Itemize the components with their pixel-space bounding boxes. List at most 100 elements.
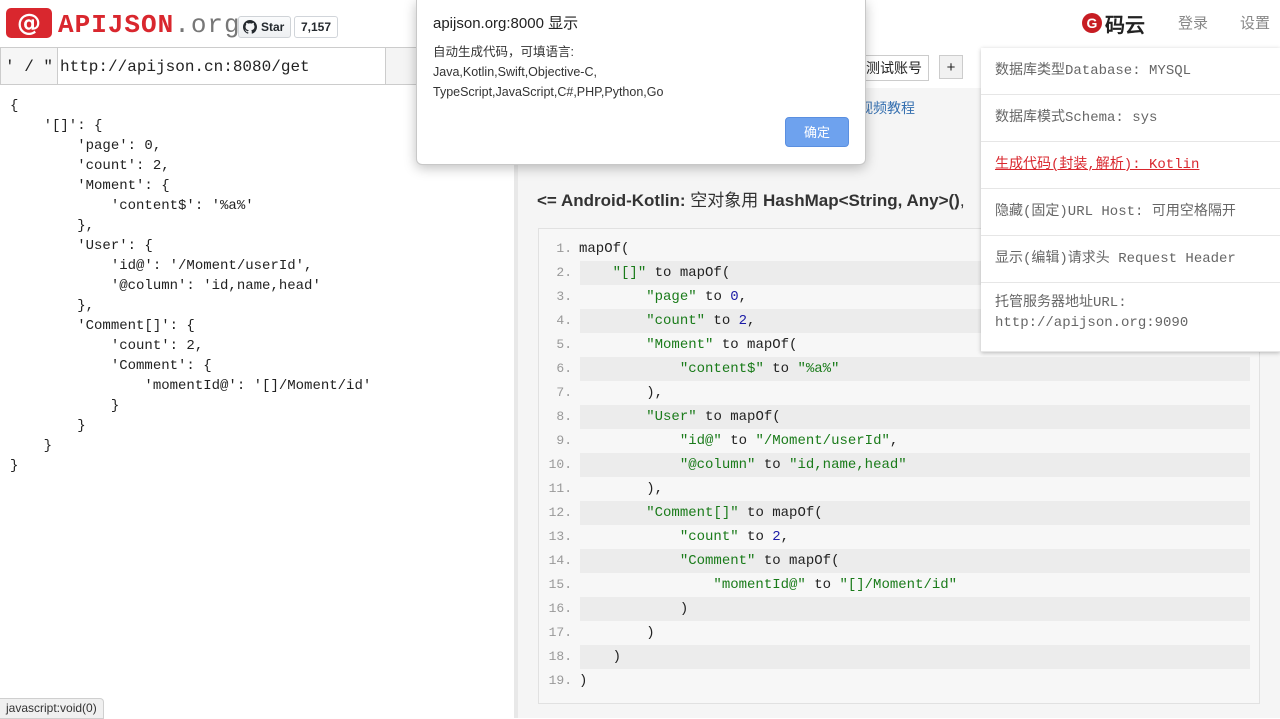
github-icon [243, 20, 257, 34]
gitee-label: 码云 [1105, 14, 1145, 37]
json-line: 'content$': '%a%' [10, 198, 254, 214]
gitee-link[interactable]: G 码云 [1082, 8, 1145, 38]
code-line: 7. ), [540, 381, 1250, 405]
code-text: ), [579, 385, 664, 401]
code-line: 11. ), [540, 477, 1250, 501]
github-star-label: Star [261, 20, 285, 34]
kotlin-heading: <= Android-Kotlin: 空对象用 HashMap<String, … [537, 186, 965, 211]
gitee-logo-icon: G [1082, 13, 1102, 33]
dialog-message-line: TypeScript,JavaScript,C#,PHP,Python,Go [433, 85, 664, 99]
json-line: }, [10, 298, 95, 314]
code-line: 16. ) [540, 597, 1250, 621]
json-line: } [10, 418, 86, 434]
line-number: 2. [556, 265, 572, 280]
json-line: '@column': 'id,name,head' [10, 278, 321, 294]
line-number: 12. [548, 505, 572, 520]
line-number: 9. [556, 433, 572, 448]
line-number: 16. [548, 601, 572, 616]
kotlin-heading-text2: , [959, 191, 965, 210]
code-line: 15. "momentId@" to "[]/Moment/id" [540, 573, 1250, 597]
dialog-message-line: Java,Kotlin,Swift,Objective-C, [433, 65, 597, 79]
status-bar: javascript:void(0) [0, 698, 104, 719]
json-line: 'momentId@': '[]/Moment/id' [10, 378, 372, 394]
json-line: '[]': { [10, 118, 103, 134]
json-line: { [10, 98, 19, 114]
github-star-button[interactable]: Star [238, 16, 292, 38]
settings-menu: 数据库类型Database: MYSQL 数据库模式Schema: sys 生成代码… [981, 48, 1280, 352]
code-line: 17. ) [540, 621, 1250, 645]
json-line: }, [10, 218, 95, 234]
code-line: 9. "id@" to "/Moment/userId", [540, 429, 1250, 453]
json-line: 'count': 2, [10, 338, 204, 354]
logo-icon[interactable]: @ [6, 8, 52, 38]
code-line: 19.) [540, 669, 1250, 693]
line-number: 6. [556, 361, 572, 376]
line-number: 3. [556, 289, 572, 304]
code-text: "User" to mapOf( [646, 409, 781, 425]
settings-link[interactable]: 设置 [1240, 12, 1270, 33]
line-number: 8. [556, 409, 572, 424]
line-number: 13. [548, 529, 572, 544]
settings-menu-item[interactable]: 数据库模式Schema: sys [981, 95, 1280, 142]
settings-menu-item[interactable]: 显示(编辑)请求头 Request Header [981, 236, 1280, 283]
method-button[interactable] [385, 47, 417, 85]
code-line-background [580, 669, 1250, 693]
code-text: ) [579, 673, 588, 689]
login-link[interactable]: 登录 [1178, 12, 1208, 33]
code-text: "@column" to "id,name,head" [679, 457, 907, 473]
code-text: "page" to 0, [646, 289, 748, 305]
line-number: 4. [556, 313, 572, 328]
kotlin-heading-bold2: HashMap<String, Any>() [763, 191, 960, 210]
github-star-count[interactable]: 7,157 [294, 16, 339, 38]
code-text: "count" to 2, [646, 313, 756, 329]
json-line: 'Moment': { [10, 178, 170, 194]
json-line: 'id@': '/Moment/userId', [10, 258, 313, 274]
url-input[interactable]: http://apijson.cn:8080/get [58, 47, 386, 85]
json-line: 'Comment': { [10, 358, 212, 374]
dialog-message: 自动生成代码，可填语言: Java,Kotlin,Swift,Objective… [433, 42, 853, 102]
line-number: 5. [556, 337, 572, 352]
code-text: "Comment[]" to mapOf( [646, 505, 823, 521]
code-text: ) [579, 649, 622, 665]
code-line-background [580, 381, 1250, 405]
json-line: 'Comment[]': { [10, 318, 195, 334]
code-line: 14. "Comment" to mapOf( [540, 549, 1250, 573]
alert-dialog: apijson.org:8000 显示 自动生成代码，可填语言: Java,Ko… [416, 0, 866, 165]
code-text: "count" to 2, [679, 529, 790, 545]
line-number: 17. [548, 625, 572, 640]
video-tutorial-link[interactable]: 视频教程 [859, 98, 915, 118]
site-logo[interactable]: APIJSON.org [58, 8, 241, 42]
kotlin-heading-bold1: <= Android-Kotlin: [537, 191, 686, 210]
settings-menu-item[interactable]: 隐藏(固定)URL Host: 可用空格隔开 [981, 189, 1280, 236]
line-number: 14. [548, 553, 572, 568]
code-line: 6. "content$" to "%a%" [540, 357, 1250, 381]
code-line-background [580, 477, 1250, 501]
json-line: } [10, 438, 53, 454]
code-line: 18. ) [540, 645, 1250, 669]
dialog-title: apijson.org:8000 显示 [433, 15, 579, 32]
settings-menu-item[interactable]: 生成代码(封装,解析): Kotlin [981, 142, 1280, 189]
code-line: 8. "User" to mapOf( [540, 405, 1250, 429]
code-line-background [580, 645, 1250, 669]
line-number: 10. [548, 457, 572, 472]
settings-menu-item[interactable]: 数据库类型Database: MYSQL [981, 48, 1280, 95]
code-text: ) [579, 625, 655, 641]
dialog-ok-button[interactable]: 确定 [785, 117, 849, 147]
logo-name: APIJSON [58, 10, 175, 40]
line-number: 19. [548, 673, 572, 688]
line-number: 7. [556, 385, 572, 400]
settings-menu-item[interactable]: 托管服务器地址URL: http://apijson.org:9090 [981, 283, 1280, 352]
test-account-button[interactable]: 测试账号 [859, 55, 929, 81]
line-number: 18. [548, 649, 572, 664]
json-line: } [10, 458, 19, 474]
code-line-background [580, 621, 1250, 645]
add-account-button[interactable]: + [939, 55, 963, 79]
quote-toggle-button[interactable]: ' / " [0, 47, 58, 85]
code-text: "content$" to "%a%" [679, 361, 840, 377]
request-json-editor[interactable]: { '[]': { 'page': 0, 'count': 2, 'Moment… [0, 88, 514, 700]
code-text: ), [579, 481, 664, 497]
json-line: 'User': { [10, 238, 153, 254]
json-line: } [10, 398, 120, 414]
kotlin-heading-text1: 空对象用 [685, 191, 764, 210]
json-line: 'count': 2, [10, 158, 170, 174]
